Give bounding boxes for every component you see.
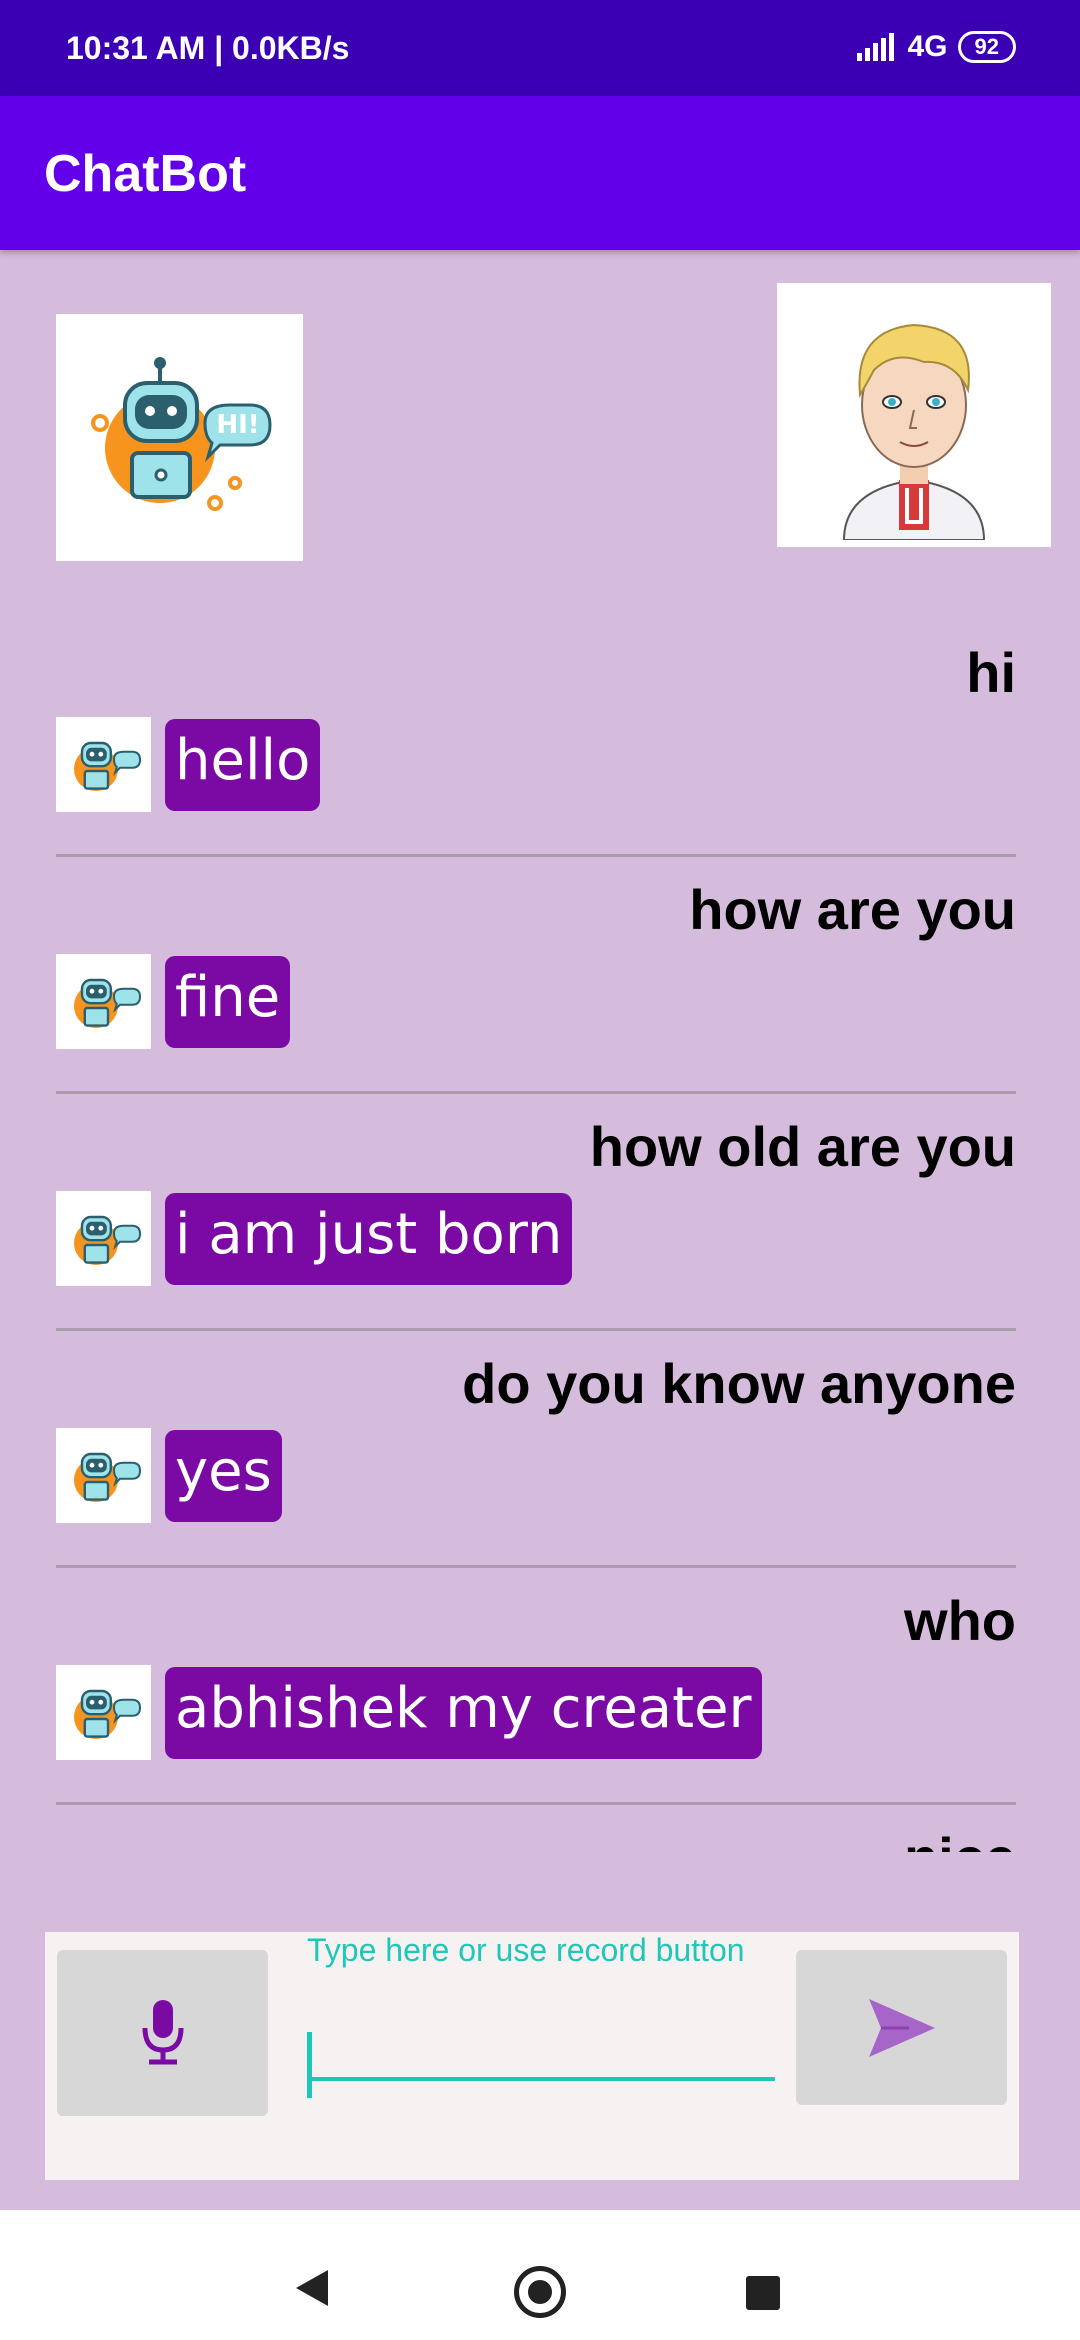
chat-message-group: how old are you i am just born [56,1094,1016,1331]
back-icon[interactable] [296,2270,328,2306]
user-avatar-icon [842,323,986,540]
bot-avatar: HI! [56,314,303,561]
microphone-icon [142,2000,183,2065]
input-panel: Type here or use record button [45,1932,1019,2180]
robot-icon [56,954,151,1049]
chat-message-group: hi hello [56,620,1016,857]
status-icons: 4G 92 [857,30,1016,64]
robot-icon [56,1428,151,1523]
robot-icon [56,717,151,812]
chat-message-group: who abhishek my creater [56,1568,1016,1805]
record-button[interactable] [57,1950,268,2116]
bot-reply-row: hello [56,717,321,812]
user-message: how old are you [589,1115,1016,1178]
bot-message-bubble: i am just born [165,1192,573,1285]
user-message: do you know anyone [462,1352,1016,1415]
app-title: ChatBot [44,145,247,203]
system-nav-bar [0,2210,1080,2340]
chat-history[interactable]: hi hello how are you fine how old are you i a… [56,620,1016,1852]
bot-reply-row: yes [56,1428,282,1523]
recents-icon[interactable] [746,2276,780,2310]
bot-message-bubble: abhishek my creater [165,1666,762,1759]
user-avatar [777,283,1051,547]
network-type: 4G [907,30,948,63]
bot-message-bubble: hello [165,718,321,811]
send-button[interactable] [796,1950,1007,2105]
home-icon[interactable] [514,2266,566,2318]
send-icon [868,1998,935,2057]
chat-message-group: how are you fine [56,857,1016,1094]
robot-icon: HI! [90,356,272,511]
bot-message-bubble: fine [165,955,291,1048]
chat-message-group: nice [56,1805,1016,1852]
status-time: 10:31 AM | 0.0KB/s [66,30,350,66]
chat-message-group: do you know anyone yes [56,1331,1016,1568]
bot-reply-row: i am just born [56,1191,573,1286]
status-bar: 10:31 AM | 0.0KB/s 4G 92 [0,0,1080,96]
bot-reply-row: abhishek my creater [56,1665,762,1760]
robot-icon [56,1191,151,1286]
user-message: hi [966,641,1016,704]
robot-icon [56,1665,151,1760]
bot-message-bubble: yes [165,1429,282,1522]
battery-icon: 92 [957,31,1016,63]
text-cursor [307,2032,312,2098]
signal-icon [857,33,895,61]
svg-text:HI!: HI! [216,410,259,440]
user-message: who [904,1589,1016,1652]
user-message: nice [904,1825,1016,1852]
home-icon-dot [528,2280,552,2304]
bot-reply-row: fine [56,954,291,1049]
app-bar: ChatBot [0,96,1080,250]
message-input[interactable] [307,1977,775,2081]
user-message: how are you [689,878,1016,941]
input-hint-label: Type here or use record button [307,1932,745,1968]
